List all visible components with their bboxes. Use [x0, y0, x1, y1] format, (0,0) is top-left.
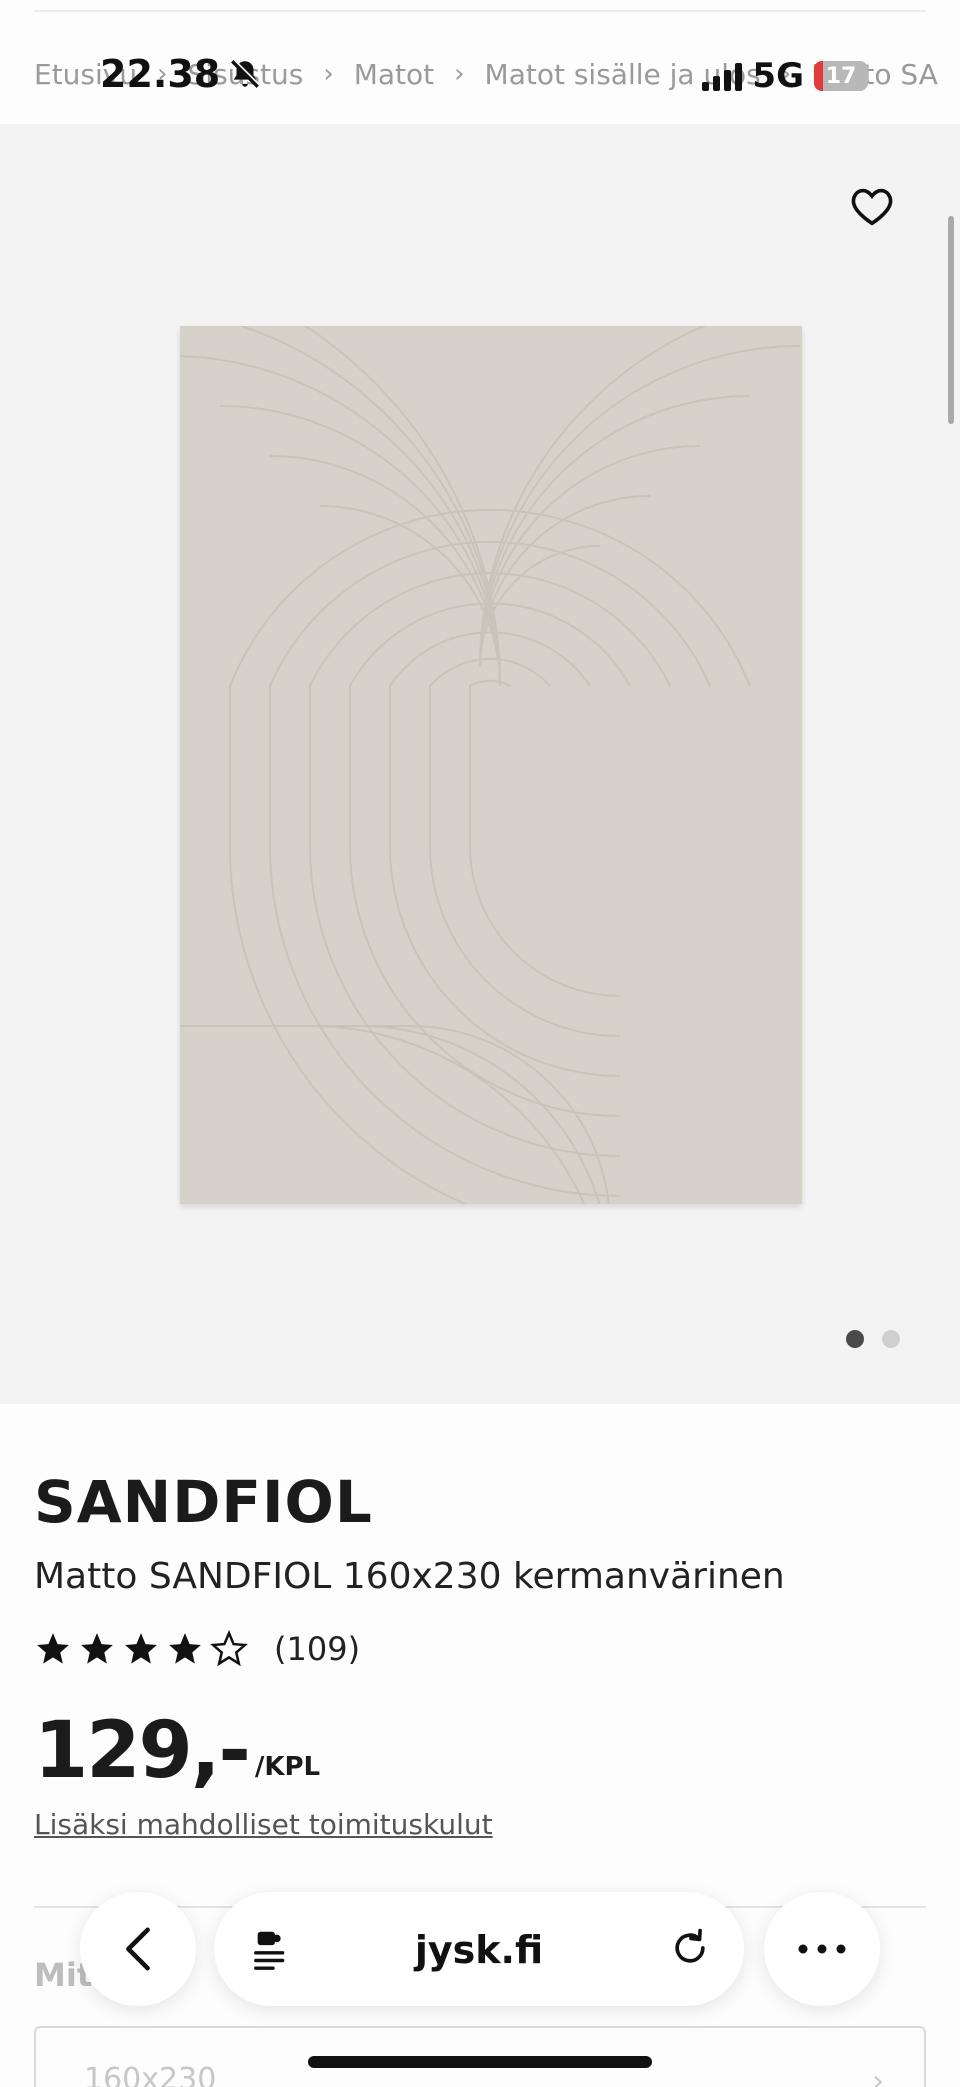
clock-text: 22.38: [100, 52, 221, 96]
home-indicator[interactable]: [308, 2056, 652, 2068]
top-divider: [34, 10, 926, 12]
scrollbar[interactable]: [948, 216, 954, 424]
price-amount: 129,-: [34, 1706, 251, 1796]
chevron-right-icon: ›: [323, 59, 334, 89]
chevron-left-icon: [126, 1927, 150, 1971]
price-unit: /KPL: [254, 1752, 321, 1782]
status-bar-indicators: 5G 17: [702, 56, 868, 96]
star-filled-icon: [37, 1633, 69, 1664]
back-button[interactable]: [80, 1892, 196, 2006]
star-filled-icon: [125, 1633, 157, 1664]
ellipsis-icon: [798, 1944, 846, 1954]
reload-icon[interactable]: [668, 1926, 712, 1970]
product-page: Etusivu › Sisustus › Matot › Matot sisäl…: [0, 0, 960, 2087]
rug-pattern: [69, 255, 851, 1327]
product-rating[interactable]: (109): [34, 1630, 360, 1668]
size-select-value: 160x230: [84, 2062, 217, 2087]
star-filled-icon: [81, 1633, 113, 1664]
bell-muted-icon: [231, 59, 260, 88]
gallery-dot-1[interactable]: [846, 1330, 864, 1348]
shipping-costs-link[interactable]: Lisäksi mahdolliset toimituskulut: [34, 1808, 493, 1841]
star-filled-icon: [169, 1633, 201, 1664]
breadcrumb-item-matot[interactable]: Matot: [354, 58, 434, 91]
product-name: Matto SANDFIOL 160x230 kermanvärinen: [34, 1556, 785, 1597]
price: 129,- /KPL: [34, 1706, 320, 1796]
star-outline-icon: [210, 1630, 248, 1667]
battery-percent: 17: [825, 63, 857, 89]
url-domain[interactable]: jysk.fi: [214, 1928, 744, 1972]
more-options-button[interactable]: [764, 1892, 880, 2006]
gallery-dot-2[interactable]: [882, 1330, 900, 1348]
status-bar-time: 22.38: [100, 52, 262, 96]
review-count[interactable]: (109): [274, 1630, 360, 1668]
chevron-right-icon: ›: [454, 59, 465, 89]
address-bar[interactable]: jysk.fi: [214, 1892, 744, 2006]
battery-level: [814, 61, 824, 91]
cellular-signal-icon: [702, 61, 743, 91]
battery-icon: 17: [814, 61, 868, 91]
gallery-pagination: [846, 1330, 900, 1348]
heart-icon[interactable]: [850, 186, 894, 230]
network-type: 5G: [752, 56, 804, 96]
product-brand: SANDFIOL: [34, 1468, 373, 1536]
chevron-right-icon: ›: [872, 2064, 884, 2087]
product-image: [69, 255, 851, 1327]
